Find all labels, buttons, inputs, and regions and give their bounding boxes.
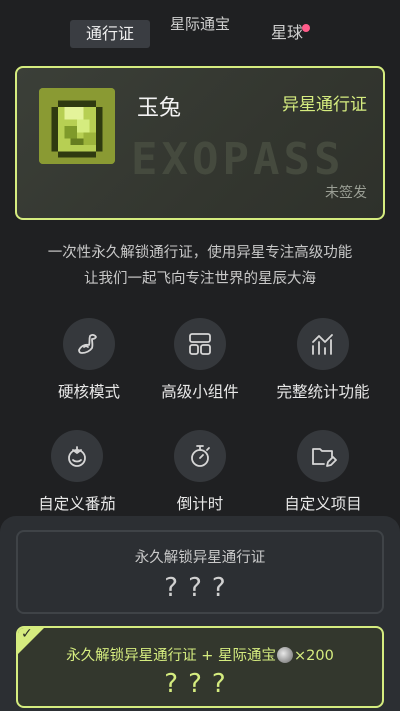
option-title: 永久解锁异星通行证 [134, 550, 266, 566]
feature-label: 自定义项目 [284, 495, 362, 513]
pass-card: 玉兔 异星通行证 EXOPASS 未签发 [15, 66, 385, 220]
coin-icon [277, 647, 294, 663]
feature-custom-tomato: 自定义番茄 [12, 430, 142, 514]
feature-widgets: 高级小组件 [135, 318, 265, 402]
description-line-2: 让我们一起飞向专注世界的星辰大海 [84, 271, 316, 287]
feature-label: 自定义番茄 [38, 495, 116, 513]
stats-icon [297, 318, 349, 370]
tab-planet[interactable]: 星球 [262, 22, 312, 44]
muscle-icon [63, 318, 115, 370]
feature-custom-project: 自定义项目 [258, 430, 388, 514]
purchase-option-pass[interactable]: 永久解锁异星通行证 ??? [16, 530, 384, 614]
description-line-1: 一次性永久解锁通行证，使用异星专注高级功能 [47, 245, 353, 261]
pass-status: 未签发 [325, 185, 367, 201]
checkmark-icon: ✓ [21, 626, 33, 642]
notification-dot [302, 24, 310, 32]
purchase-sheet: 永久解锁异星通行证 ??? ✓ 永久解锁异星通行证 + 星际通宝 ×200 ??? [0, 516, 400, 711]
feature-label: 倒计时 [176, 495, 224, 513]
tomato-icon [51, 430, 103, 482]
pass-holder-name: 玉兔 [137, 96, 182, 121]
pixel-planet-icon [39, 88, 115, 164]
feature-stats: 完整统计功能 [258, 318, 388, 402]
feature-label: 完整统计功能 [276, 383, 370, 401]
option-quantity: ×200 [294, 648, 334, 664]
stopwatch-icon [174, 430, 226, 482]
folder-edit-icon [297, 430, 349, 482]
tab-pass[interactable]: 通行证 [70, 20, 150, 48]
widget-icon [174, 318, 226, 370]
tab-planet-label: 星球 [270, 23, 303, 42]
purchase-option-bundle[interactable]: ✓ 永久解锁异星通行证 + 星际通宝 ×200 ??? [16, 626, 384, 708]
pass-type: 异星通行证 [282, 95, 367, 115]
option-price: ??? [164, 669, 236, 699]
description: 一次性永久解锁通行证，使用异星专注高级功能 让我们一起飞向专注世界的星辰大海 [0, 240, 400, 292]
option-title: 永久解锁异星通行证 + 星际通宝 ×200 [18, 644, 382, 665]
top-tabs: 通行证 星际通宝 星球 [0, 16, 400, 52]
jade-rabbit-avatar [39, 88, 115, 164]
exopass-watermark: EXOPASS [131, 134, 345, 185]
feature-countdown: 倒计时 [135, 430, 265, 514]
feature-label: 高级小组件 [161, 383, 239, 401]
option-title-text: 永久解锁异星通行证 + 星际通宝 [66, 648, 277, 664]
tab-treasure[interactable]: 星际通宝 [170, 16, 230, 32]
option-price: ??? [164, 573, 236, 603]
